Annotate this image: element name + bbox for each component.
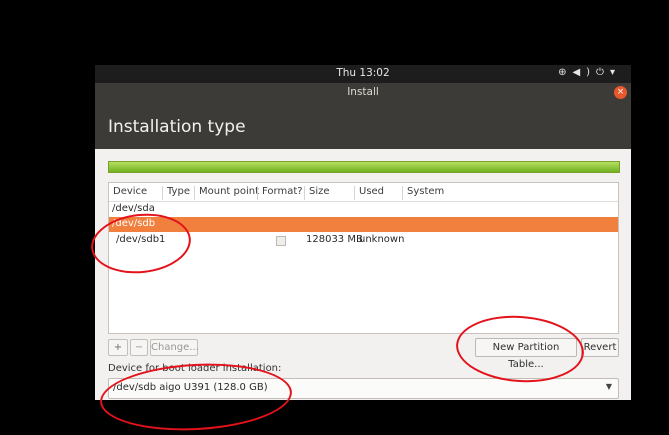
column-header-format[interactable]: Format? bbox=[257, 186, 303, 200]
row-device: /dev/sda bbox=[112, 203, 155, 214]
close-button[interactable]: × bbox=[614, 86, 627, 99]
column-header-system[interactable]: System bbox=[402, 186, 444, 200]
dropdown-arrow-icon: ▼ bbox=[605, 382, 612, 391]
add-partition-button[interactable]: + bbox=[108, 339, 128, 356]
remove-partition-button[interactable]: − bbox=[130, 339, 148, 356]
top-panel: Thu 13:02 ⊕◀)⏻▾ bbox=[95, 65, 631, 83]
revert-button[interactable]: Revert bbox=[581, 338, 619, 357]
column-header-size[interactable]: Size bbox=[304, 186, 330, 200]
table-header: Device Type Mount point Format? Size Use… bbox=[109, 183, 618, 202]
window-titlebar: Install × bbox=[95, 83, 631, 103]
window-title: Install bbox=[347, 86, 379, 98]
row-used: unknown bbox=[359, 234, 405, 245]
format-checkbox[interactable] bbox=[276, 236, 286, 246]
column-header-type[interactable]: Type bbox=[162, 186, 190, 200]
network-icon[interactable]: ⊕ bbox=[558, 67, 572, 78]
clock[interactable]: Thu 13:02 bbox=[95, 67, 631, 79]
table-row[interactable]: /dev/sda bbox=[109, 202, 618, 217]
page-title: Installation type bbox=[108, 117, 246, 137]
column-header-used[interactable]: Used bbox=[354, 186, 384, 200]
system-indicators[interactable]: ⊕◀)⏻▾ bbox=[558, 67, 621, 78]
power-icon[interactable]: ⏻ bbox=[596, 67, 610, 78]
partition-bar bbox=[108, 161, 620, 173]
change-partition-button[interactable]: Change... bbox=[150, 339, 199, 356]
column-header-device[interactable]: Device bbox=[109, 186, 147, 200]
menu-down-icon[interactable]: ▾ bbox=[610, 67, 621, 78]
volume-icon[interactable]: ◀) bbox=[572, 67, 596, 78]
page-header: Installation type bbox=[95, 103, 631, 149]
row-size: 128033 MB bbox=[306, 234, 363, 245]
column-header-mount-point[interactable]: Mount point bbox=[194, 186, 259, 200]
partition-table[interactable]: Device Type Mount point Format? Size Use… bbox=[108, 182, 619, 334]
